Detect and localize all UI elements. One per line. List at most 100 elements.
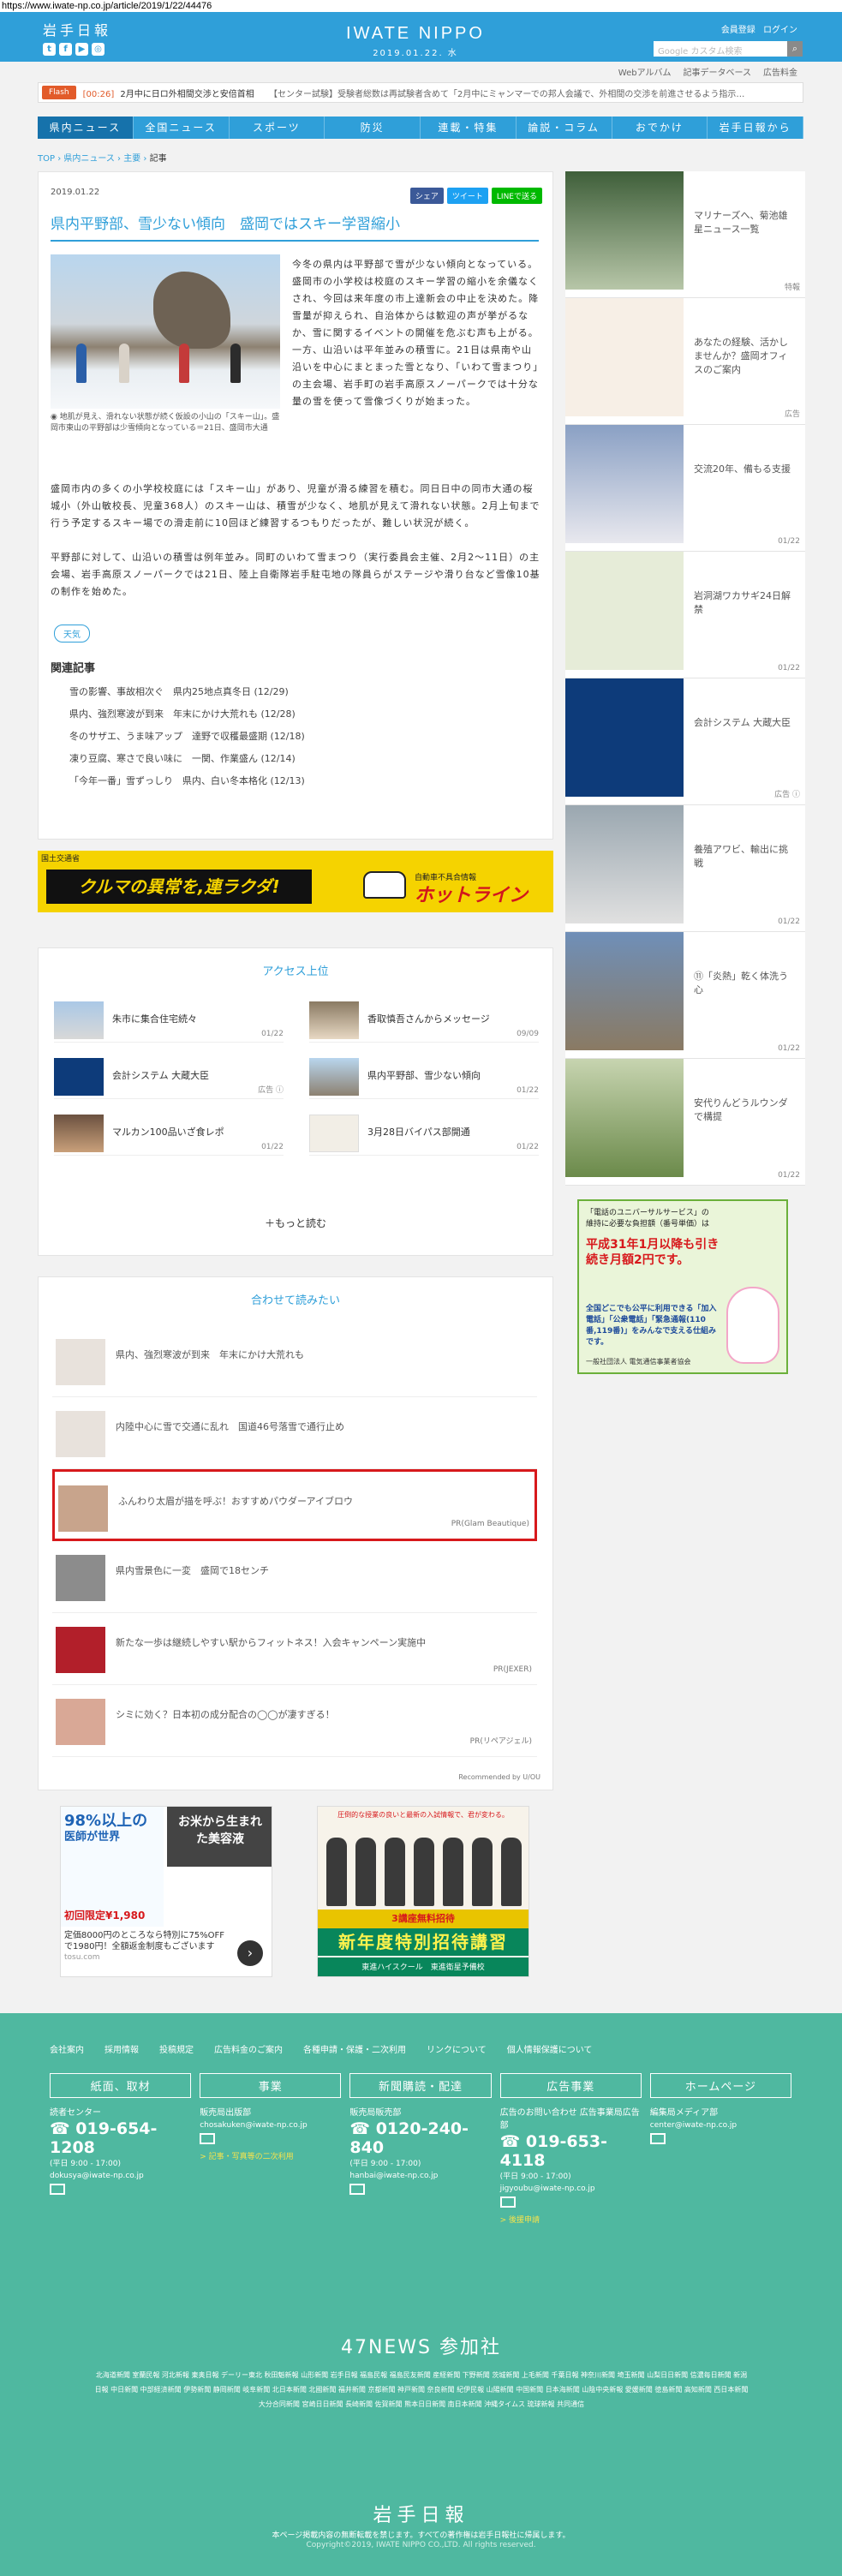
- sidebar-item[interactable]: 交流20年、備もる支援 01/22: [565, 425, 805, 552]
- tweet-button[interactable]: ツイート: [446, 188, 488, 204]
- thumbnail: [54, 1058, 104, 1096]
- list-item[interactable]: マルカン100品いざ食レポ 01/22: [54, 1115, 284, 1156]
- more-button[interactable]: ＋もっと読む: [39, 1216, 552, 1230]
- share-buttons: シェア ツイート LINEで送る: [409, 188, 542, 204]
- news47-list[interactable]: 北海道新聞 室蘭民報 河北新報 東奥日報 デーリー東北 秋田魁新報 山形新聞 岩…: [94, 2368, 749, 2412]
- article-db-link[interactable]: 記事データベース: [684, 65, 752, 78]
- facebook-share-button[interactable]: シェア: [409, 188, 444, 204]
- sidebar-item[interactable]: あなたの経験、活かしませんか？盛岡オフィスのご案内 広告: [565, 298, 805, 425]
- list-item[interactable]: 新たな一歩は継続しやすい駅からフィットネス！入会キャンペーン実施中 PR(JEXE…: [52, 1613, 537, 1685]
- breadcrumb-top[interactable]: TOP: [38, 154, 55, 164]
- flash-text[interactable]: [00:26] 2月中に日ロ外相間交渉と安倍首相 【センター試験】受験者総数は再…: [83, 87, 745, 99]
- related-item[interactable]: 「今年一番」雪ずっしり 県内、白い冬本格化 (12/13): [69, 770, 305, 792]
- register-link[interactable]: 会員登録: [721, 26, 755, 35]
- sidebar-ad-universal-service[interactable]: 「電話のユニバーサルサービス」の維持に必要な負担額（番号単価）は 平成31年1月…: [577, 1199, 788, 1374]
- mail-icon[interactable]: [349, 2184, 366, 2195]
- thumbnail: [56, 1627, 105, 1673]
- related-item[interactable]: 凍り豆腐、寒さで良い味に 一関、作業盛ん (12/14): [69, 748, 305, 770]
- article: 2019.01.22 シェア ツイート LINEで送る 県内平野部、雪少ない傾向…: [38, 171, 553, 840]
- brand-name[interactable]: IWATE NIPPO: [343, 24, 488, 44]
- login-link[interactable]: ログイン: [763, 26, 797, 35]
- youtube-icon[interactable]: ▶: [75, 43, 88, 56]
- breadcrumb-current: 記事: [149, 154, 167, 164]
- instagram-icon[interactable]: ◎: [92, 43, 105, 56]
- thumbnail: [565, 1059, 684, 1177]
- ad-beauty[interactable]: 98%以上の 医師が世界 初回限定¥1,980 お米から生まれた美容液 定価80…: [60, 1806, 272, 1977]
- sidebar-item[interactable]: マリナーズへ、菊池雄星ニュース一覧 特報: [565, 171, 805, 298]
- main-nav: 県内ニュース 全国ニュース スポーツ 防災 連載・特集 論説・コラム おでかけ …: [38, 117, 803, 139]
- breadcrumb-kennai[interactable]: 県内ニュース: [63, 154, 115, 164]
- sidebar-item[interactable]: ⑪「炎熱」乾く体洗う心 01/22: [565, 932, 805, 1059]
- nav-iwate-nippo[interactable]: 岩手日報から: [708, 117, 803, 139]
- search-icon[interactable]: ⌕: [787, 41, 803, 57]
- related-item[interactable]: 冬のサザエ、うま味アップ 達野で収穫最盛期 (12/18): [69, 726, 305, 748]
- phone-icon: ☎: [499, 2132, 521, 2151]
- related-item[interactable]: 雪の影響、事故相次ぐ 県内25地点真冬日 (12/29): [69, 681, 305, 703]
- web-album-link[interactable]: Webアルバム: [618, 65, 672, 78]
- facebook-icon[interactable]: f: [59, 43, 72, 56]
- thumbnail: [309, 1058, 359, 1096]
- footer-link[interactable]: > 後援申請: [500, 2214, 642, 2225]
- footer-logo[interactable]: 岩手日報: [0, 2500, 842, 2527]
- footer-col: 紙面、取材 読者センター ☎ 019-654-1208 (平日 9:00 - 1…: [50, 2073, 192, 2225]
- list-item[interactable]: 県内、強烈寒波が到来 年末にかけ大荒れも: [52, 1325, 537, 1397]
- nav-odekake[interactable]: おでかけ: [612, 117, 708, 139]
- sidebar-item[interactable]: 養殖アワビ、輸出に挑戦 01/22: [565, 805, 805, 932]
- ad-company: 国土交通省: [41, 855, 81, 864]
- list-item-highlighted[interactable]: ふんわり太眉が描を呼ぶ！おすすめパウダーアイブロウ PR(Glam Beautiq…: [52, 1469, 537, 1541]
- url-bar[interactable]: https://www.iwate-np.co.jp/article/2019/…: [0, 0, 842, 12]
- nav-ronsetsu[interactable]: 論説・コラム: [517, 117, 612, 139]
- footer-link[interactable]: 広告料金のご案内: [214, 2042, 283, 2055]
- twitter-icon[interactable]: t: [43, 43, 56, 56]
- list-item[interactable]: 香取慎吾さんからメッセージ 09/09: [309, 1001, 539, 1043]
- list-item[interactable]: 県内雪景色に一変 盛岡で18センチ: [52, 1541, 537, 1613]
- list-item[interactable]: 朱市に集合住宅続々 01/22: [54, 1001, 284, 1043]
- nav-kennai[interactable]: 県内ニュース: [38, 117, 134, 139]
- nav-bousai[interactable]: 防災: [325, 117, 421, 139]
- ad-logo: 自動車不具合情報 ホットライン: [346, 866, 552, 906]
- ad-rates-link[interactable]: 広告料金: [763, 65, 797, 78]
- flash-headline[interactable]: 2月中に日ロ外相間交渉と安倍首相: [120, 90, 254, 99]
- breadcrumb-shuyou[interactable]: 主要: [123, 154, 140, 164]
- sidebar-item[interactable]: 安代りんどうルウンダで構提 01/22: [565, 1059, 805, 1186]
- bottom-ads: 98%以上の 医師が世界 初回限定¥1,980 お米から生まれた美容液 定価80…: [60, 1806, 540, 1977]
- sidebar-item[interactable]: 岩洞湖ワカサギ24日解禁 01/22: [565, 552, 805, 678]
- footer-link[interactable]: 個人情報保護について: [507, 2042, 593, 2055]
- sidebar-item[interactable]: 会計システム 大蔵大臣 広告 ⓘ: [565, 678, 805, 805]
- list-item[interactable]: 3月28日バイパス部開通 01/22: [309, 1115, 539, 1156]
- mail-icon[interactable]: [50, 2184, 65, 2195]
- list-item[interactable]: 内陸中心に雪で交通に乱れ 国道46号落雪で通行止め: [52, 1397, 537, 1469]
- thumbnail: [56, 1699, 105, 1745]
- list-item[interactable]: 会計システム 大蔵大臣 広告 ⓘ: [54, 1058, 284, 1099]
- nav-sports[interactable]: スポーツ: [230, 117, 325, 139]
- search-input[interactable]: Google カスタム検索: [654, 41, 791, 57]
- footer-link[interactable]: リンクについて: [427, 2042, 487, 2055]
- footer-link[interactable]: 採用情報: [105, 2042, 139, 2055]
- list-item[interactable]: 県内平野部、雪少ない傾向 01/22: [309, 1058, 539, 1099]
- flash-headline-2[interactable]: 【センター試験】受験者総数は再試験者含めて「2月中にミャンマーでの邦人会議で、外…: [269, 90, 744, 99]
- footer-link[interactable]: > 記事・写真等の二次利用: [200, 2150, 341, 2161]
- related-item[interactable]: 県内、強烈寒波が到来 年末にかけ大荒れも (12/28): [69, 703, 305, 726]
- ad-toshin[interactable]: 圧倒的な授業の良いと最新の入試情報で、君が変わる。 3講座無料招待 新年度特別招…: [317, 1806, 529, 1977]
- tag-weather[interactable]: 天気: [54, 625, 90, 643]
- site-logo-small[interactable]: 岩手日報: [43, 19, 111, 39]
- mail-icon[interactable]: [499, 2196, 516, 2208]
- phone-icon: ☎: [349, 2119, 371, 2138]
- line-share-button[interactable]: LINEで送る: [491, 188, 542, 204]
- ad-main-text: クルマの異常を,連ラクダ!: [46, 870, 312, 904]
- list-item[interactable]: シミに効く？日本初の成分配合の◯◯が凄すぎる！ PR(リペアジェル): [52, 1685, 537, 1757]
- nav-zenkoku[interactable]: 全国ニュース: [134, 117, 230, 139]
- chevron-right-icon[interactable]: ›: [237, 1940, 263, 1966]
- footer-link[interactable]: 投稿規定: [159, 2042, 194, 2055]
- header-date: 2019.01.22. 水: [373, 49, 458, 58]
- ad-banner-hotline[interactable]: 国土交通省 クルマの異常を,連ラクダ! 自動車不具合情報 ホットライン: [38, 851, 553, 912]
- brand[interactable]: IWATE NIPPO 2019.01.22. 水: [343, 24, 488, 58]
- article-photo[interactable]: [51, 254, 280, 409]
- flash-news[interactable]: Flash [00:26] 2月中に日ロ外相間交渉と安倍首相 【センター試験】受…: [38, 82, 803, 103]
- nav-rensai[interactable]: 連載・特集: [421, 117, 517, 139]
- mail-icon[interactable]: [200, 2133, 216, 2144]
- mail-icon[interactable]: [649, 2133, 666, 2144]
- footer-link[interactable]: 各種申請・保護・二次利用: [303, 2042, 406, 2055]
- related-heading: 関連記事: [51, 662, 96, 675]
- footer-link[interactable]: 会社案内: [50, 2042, 84, 2055]
